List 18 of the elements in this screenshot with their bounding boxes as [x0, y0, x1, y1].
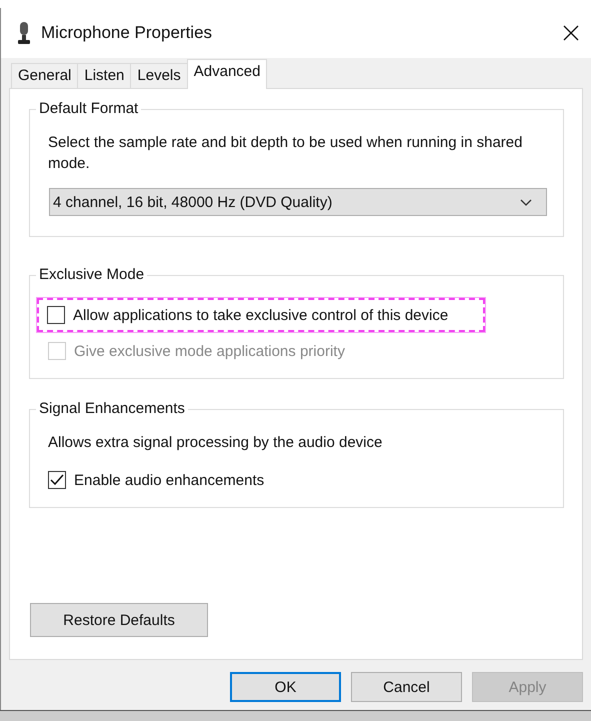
chevron-down-icon: [520, 198, 532, 206]
checkbox-label: Allow applications to take exclusive control of this device: [73, 306, 448, 324]
microphone-icon: [17, 22, 31, 44]
format-dropdown[interactable]: 4 channel, 16 bit, 48000 Hz (DVD Quality): [49, 188, 547, 216]
checkbox-label: Enable audio enhancements: [74, 472, 264, 488]
dialog-button[interactable]: OK: [230, 672, 341, 702]
checkbox-label: Give exclusive mode applications priority: [74, 342, 345, 360]
group-title: Signal Enhancements: [36, 400, 188, 417]
checkbox[interactable]: [48, 471, 66, 489]
close-icon[interactable]: [563, 25, 579, 41]
tab[interactable]: General: [11, 63, 78, 88]
description-text: Allows extra signal processing by the audio device: [48, 433, 384, 453]
checkbox[interactable]: [47, 306, 65, 324]
dialog-button[interactable]: Cancel: [351, 672, 462, 702]
window-title: Microphone Properties: [41, 23, 214, 43]
tab[interactable]: Advanced: [186, 59, 268, 89]
description-text: Select the sample rate and bit depth to be used when running in shared mode.: [48, 133, 524, 174]
restore-defaults-button[interactable]: Restore Defaults: [30, 603, 208, 637]
